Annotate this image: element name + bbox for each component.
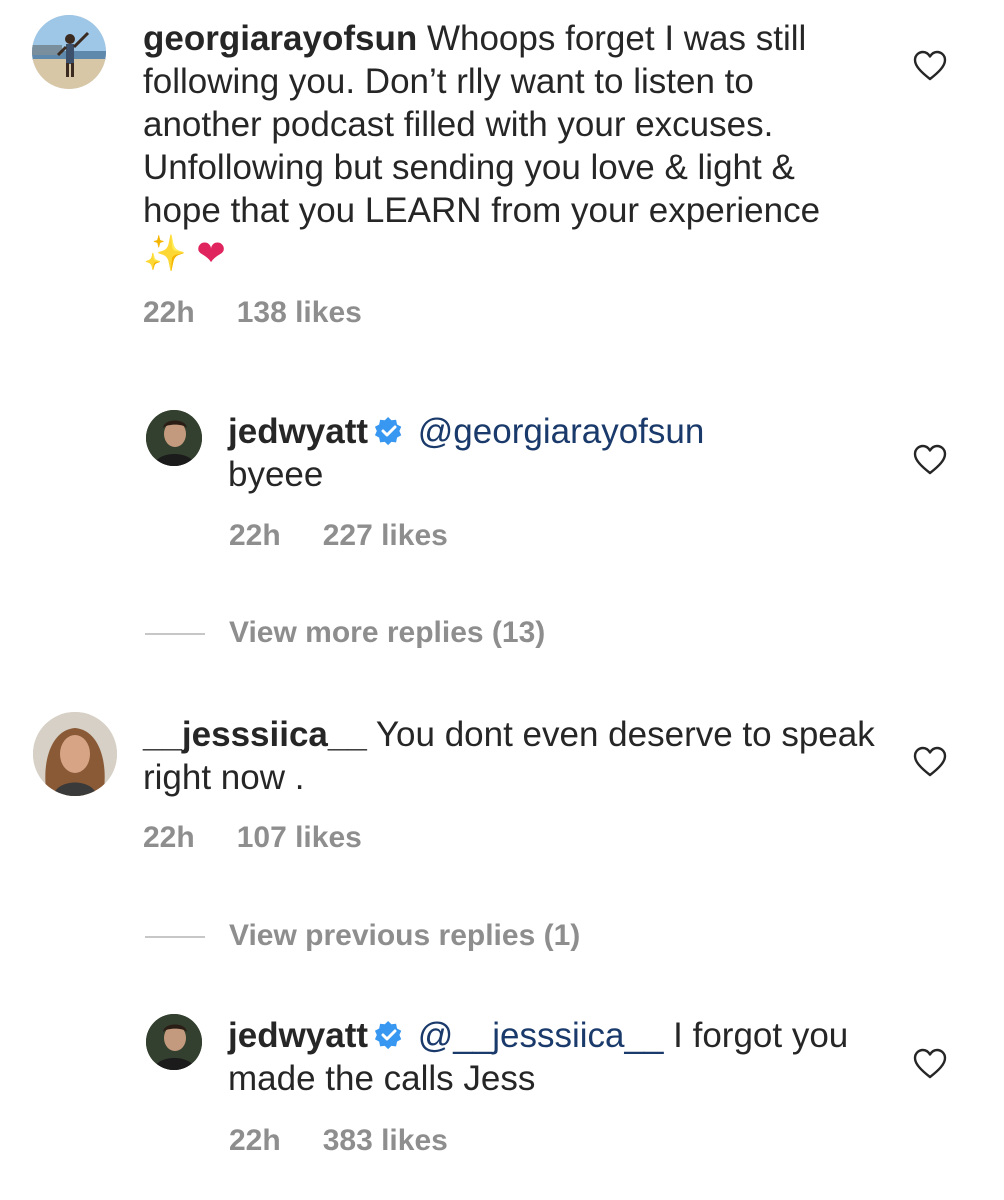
avatar-jesssiica[interactable] <box>33 712 117 796</box>
comment-username[interactable]: jedwyatt <box>228 1016 368 1055</box>
avatar-jedwyatt[interactable] <box>146 1014 202 1070</box>
heart-outline-icon[interactable] <box>913 444 947 476</box>
view-more-replies-link[interactable]: View more replies (13) <box>229 616 545 650</box>
verified-badge-icon <box>374 1020 404 1050</box>
comment-meta: 22h 107 likes <box>143 821 362 855</box>
avatar-jedwyatt[interactable] <box>146 410 202 466</box>
comment-body: __jesssiica__ You dont even deserve to s… <box>143 713 883 799</box>
comment-likes[interactable]: 227 likes <box>323 519 448 552</box>
mention-link[interactable]: @__jesssiica__ <box>418 1016 664 1055</box>
comment-time: 22h <box>143 296 195 329</box>
sparkles-emoji: ✨ <box>143 234 187 274</box>
comment-meta: 22h 138 likes <box>143 296 362 330</box>
replies-divider <box>145 936 205 938</box>
profile-photo-icon <box>146 410 202 466</box>
comment-username[interactable]: georgiarayofsun <box>143 19 417 58</box>
comment-meta: 22h 383 likes <box>229 1124 448 1158</box>
heart-outline-icon[interactable] <box>913 746 947 778</box>
mention-link[interactable]: @georgiarayofsun <box>418 412 705 451</box>
comment-text: byeee <box>228 455 324 494</box>
comment-body: georgiarayofsun Whoops forget I was stil… <box>143 17 863 276</box>
heart-outline-icon[interactable] <box>913 1048 947 1080</box>
comment-likes[interactable]: 383 likes <box>323 1124 448 1157</box>
avatar-georgiarayofsun[interactable] <box>32 15 106 89</box>
profile-photo-icon <box>146 1014 202 1070</box>
comment-time: 22h <box>143 821 195 854</box>
comment-body: jedwyatt @__jesssiica__ I forgot you mad… <box>228 1014 868 1100</box>
comment-time: 22h <box>229 519 281 552</box>
comment-likes[interactable]: 107 likes <box>237 821 362 854</box>
red-heart-emoji: ❤ <box>196 234 226 274</box>
comment-likes[interactable]: 138 likes <box>237 296 362 329</box>
beach-photo-icon <box>32 15 106 89</box>
view-previous-replies-link[interactable]: View previous replies (1) <box>229 919 580 953</box>
verified-badge-icon <box>374 416 404 446</box>
comment-meta: 22h 227 likes <box>229 519 448 553</box>
comment-username[interactable]: jedwyatt <box>228 412 368 451</box>
profile-photo-icon <box>33 712 117 796</box>
comment-username[interactable]: __jesssiica__ <box>143 715 367 754</box>
comment-time: 22h <box>229 1124 281 1157</box>
heart-outline-icon[interactable] <box>913 50 947 82</box>
comment-body: jedwyatt @georgiarayofsun byeee <box>228 410 868 496</box>
replies-divider <box>145 633 205 635</box>
